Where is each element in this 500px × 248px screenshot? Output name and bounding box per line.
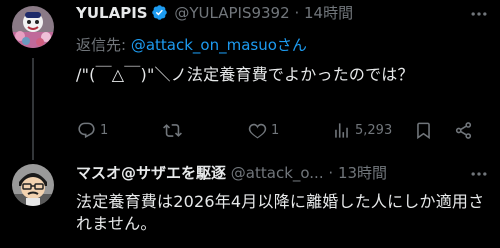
- share-icon: [455, 121, 472, 139]
- reply-button[interactable]: 1: [77, 118, 108, 142]
- tweet-first[interactable]: YULAPIS @YULAPIS9392 · 14時間 返信先: @attack…: [0, 0, 500, 160]
- tweet-actions: 1 1 5,293: [70, 118, 490, 142]
- avatar-image: [12, 164, 54, 206]
- replying-to-label: 返信先:: [76, 36, 131, 54]
- tweet-header: YULAPIS @YULAPIS9392 · 14時間: [76, 3, 353, 23]
- more-dots-icon[interactable]: [468, 4, 490, 24]
- views-count: 5,293: [355, 122, 393, 138]
- timestamp[interactable]: 14時間: [304, 4, 353, 22]
- share-button[interactable]: [454, 118, 473, 142]
- handle[interactable]: @YULAPIS9392: [174, 4, 289, 22]
- retweet-button[interactable]: [163, 118, 186, 142]
- heart-icon: [248, 123, 267, 138]
- reply-count: 1: [100, 122, 109, 138]
- avatar-masuo[interactable]: [12, 164, 54, 206]
- avatar-image: [12, 6, 54, 48]
- tweet-text: /"(￣△￣)"＼ノ法定養育費でよかったのでは？: [76, 65, 414, 84]
- tweet-header: マスオ@サザエを駆逐 @attack_o... · 13時間: [76, 163, 387, 183]
- replying-to-handle-link[interactable]: @attack_on_masuo: [131, 36, 277, 54]
- like-button[interactable]: 1: [248, 118, 279, 142]
- bookmark-button[interactable]: [414, 118, 433, 142]
- handle[interactable]: @attack_o...: [231, 164, 324, 182]
- display-name[interactable]: YULAPIS: [76, 4, 148, 22]
- verified-badge-icon: [151, 4, 168, 21]
- like-count: 1: [271, 122, 280, 138]
- thread-connector-line: [32, 58, 34, 160]
- more-dots-icon[interactable]: [468, 164, 490, 184]
- views-button[interactable]: 5,293: [332, 118, 392, 142]
- retweet-icon: [163, 123, 182, 137]
- separator-dot: ·: [328, 164, 334, 182]
- tweet-text: 法定養育費は2026年4月以降に離婚した人にしか適用されません。: [76, 192, 485, 233]
- replying-to-suffix: さん: [276, 36, 307, 54]
- reply-bubble-icon: [78, 122, 95, 138]
- views-bar-chart-icon: [335, 122, 348, 138]
- separator-dot: ·: [294, 4, 300, 22]
- display-name[interactable]: マスオ@サザエを駆逐: [76, 164, 226, 182]
- tweet-second[interactable]: マスオ@サザエを駆逐 @attack_o... · 13時間 法定養育費は202…: [0, 160, 500, 248]
- timestamp[interactable]: 13時間: [338, 164, 387, 182]
- replying-to: 返信先: @attack_on_masuoさん: [76, 35, 307, 55]
- bookmark-icon: [417, 122, 430, 139]
- avatar-yulapis[interactable]: [12, 6, 54, 48]
